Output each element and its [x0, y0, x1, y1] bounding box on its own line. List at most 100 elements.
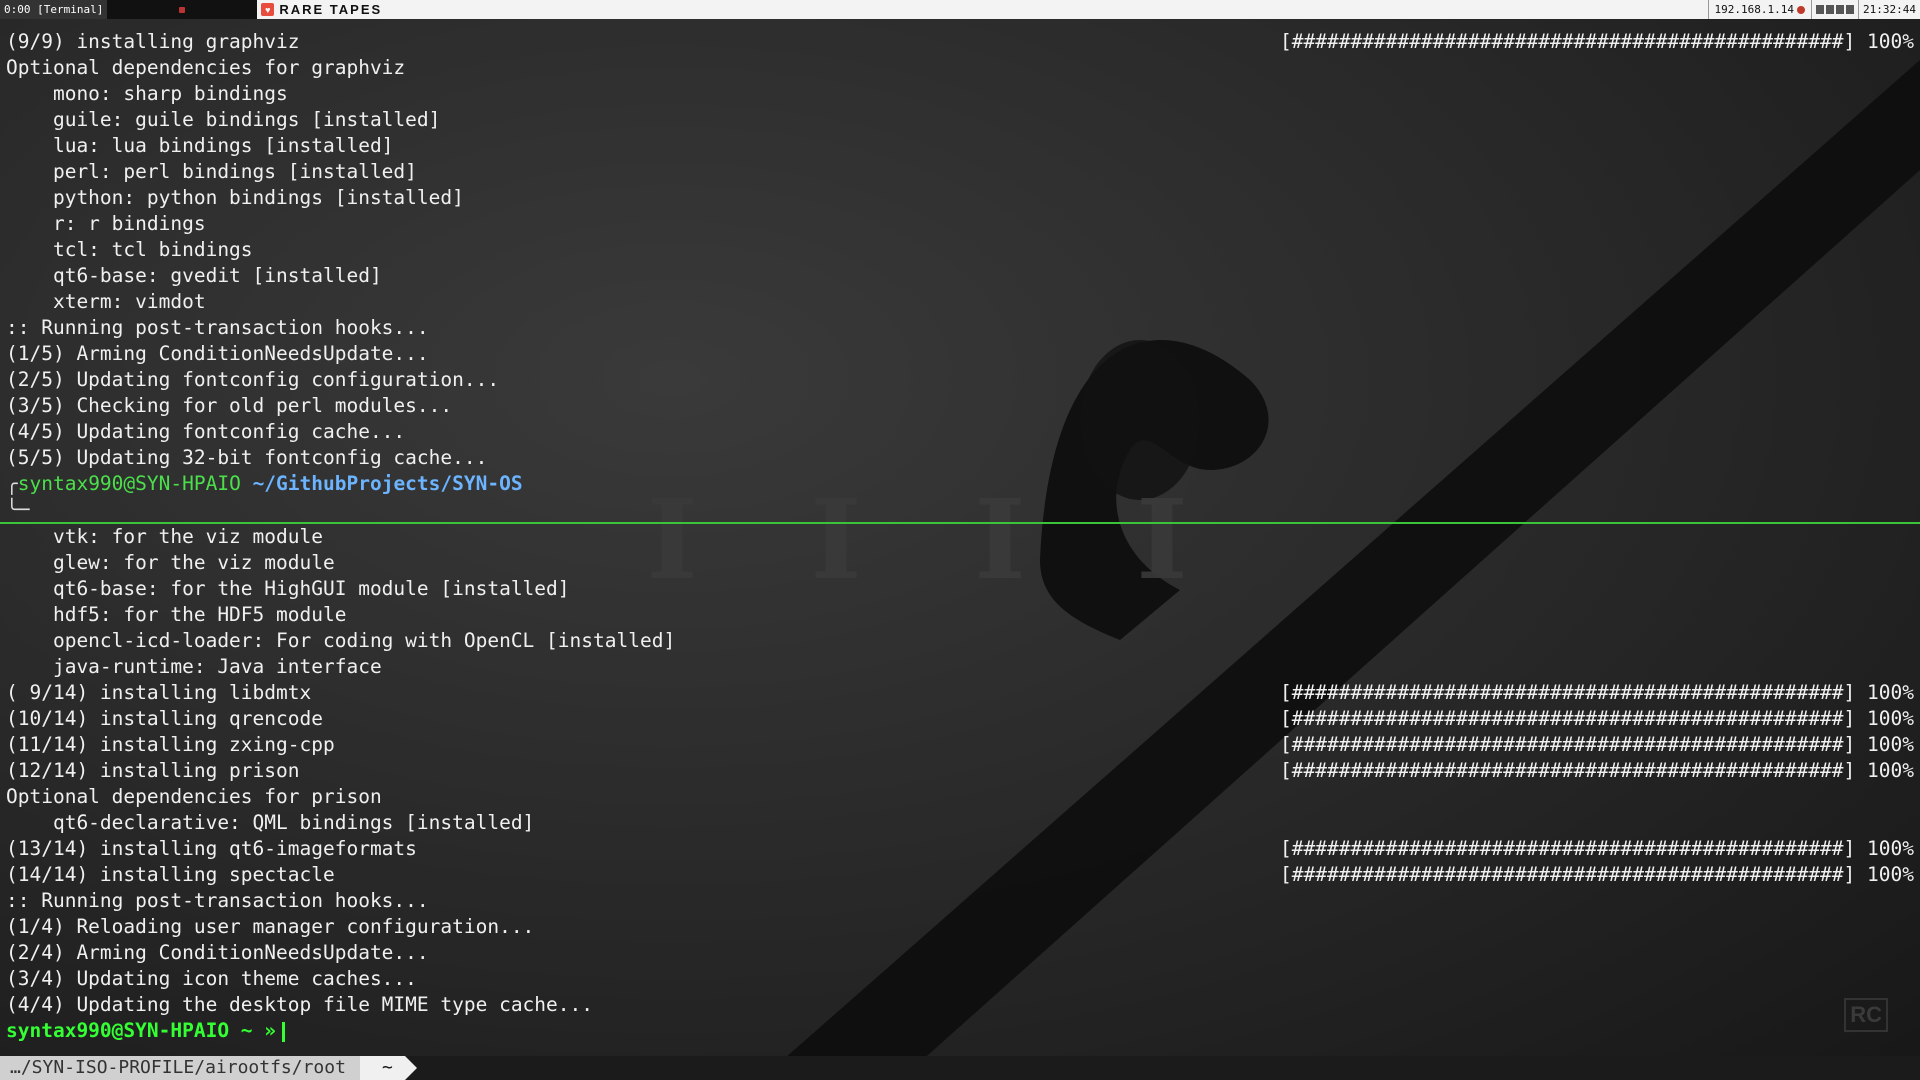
ip-address-widget[interactable]: 192.168.1.14	[1707, 0, 1812, 19]
line-text: (2/5) Updating fontconfig configuration.…	[6, 368, 500, 391]
progress-bar: [#######################################…	[1280, 30, 1856, 53]
terminal-pane-bottom[interactable]: vtk: for the viz module glew: for the vi…	[0, 524, 1920, 1044]
line-text: ( 9/14) installing libdmtx	[6, 681, 312, 704]
terminal-line: qt6-base: for the HighGUI module [instal…	[0, 576, 1920, 602]
status-home: ~	[359, 1056, 417, 1080]
line-text: (3/5) Checking for old perl modules...	[6, 394, 453, 417]
terminal-line: :: Running post-transaction hooks...	[0, 315, 1920, 341]
terminal-line: (1/5) Arming ConditionNeedsUpdate...	[0, 341, 1920, 367]
terminal-line: guile: guile bindings [installed]	[0, 107, 1920, 133]
progress-percent: 100%	[1867, 733, 1914, 756]
terminal-line: ( 9/14) installing libdmtx [#############…	[0, 680, 1920, 706]
terminal-line: (12/14) installing prison [##############…	[0, 758, 1920, 784]
prompt-path: ~/GithubProjects/SYN-OS	[252, 472, 523, 495]
terminal-line: xterm: vimdot	[0, 289, 1920, 315]
tray-icon[interactable]	[1826, 5, 1835, 14]
terminal-line: qt6-base: gvedit [installed]	[0, 263, 1920, 289]
tray-icon[interactable]	[1816, 5, 1825, 14]
window-title: RARE TAPES	[279, 2, 383, 17]
progress-percent: 100%	[1867, 707, 1914, 730]
progress-bar: [#######################################…	[1280, 681, 1856, 704]
terminal-line: vtk: for the viz module	[0, 524, 1920, 550]
window-mini-icon	[179, 6, 186, 13]
line-text: python: python bindings [installed]	[6, 186, 464, 209]
terminal-line: (11/14) installing zxing-cpp [###########…	[0, 732, 1920, 758]
progress-bar: [#######################################…	[1280, 863, 1856, 886]
line-text: :: Running post-transaction hooks...	[6, 889, 429, 912]
progress-indicator: [#######################################…	[1280, 862, 1914, 888]
line-text: qt6-base: gvedit [installed]	[6, 264, 382, 287]
terminal-line: (9/9) installing graphviz [##############…	[0, 29, 1920, 55]
top-bar: 0:00 [Terminal] ♥ RARE TAPES 192.168.1.1…	[0, 0, 1920, 19]
line-text: (2/4) Arming ConditionNeedsUpdate...	[6, 941, 429, 964]
terminal-line: (3/5) Checking for old perl modules...	[0, 393, 1920, 419]
line-text: (10/14) installing qrencode	[6, 707, 323, 730]
ip-address: 192.168.1.14	[1714, 3, 1795, 16]
progress-percent: 100%	[1867, 30, 1914, 53]
watermark-logo: RC	[1844, 998, 1888, 1032]
line-text: (1/4) Reloading user manager configurati…	[6, 915, 535, 938]
terminal-line: (2/4) Arming ConditionNeedsUpdate...	[0, 940, 1920, 966]
workspace-preview[interactable]	[107, 0, 258, 19]
prompt-arrow-icon: ╰─	[6, 498, 30, 521]
line-text: tcl: tcl bindings	[6, 238, 253, 261]
status-dot-icon	[1797, 6, 1806, 14]
line-text: qt6-declarative: QML bindings [installed…	[6, 811, 535, 834]
clock: 21:32:44	[1858, 0, 1920, 19]
progress-percent: 100%	[1867, 863, 1914, 886]
terminal-line: tcl: tcl bindings	[0, 237, 1920, 263]
workspace-indicator[interactable]: 0:00 [Terminal]	[0, 0, 108, 19]
line-text: :: Running post-transaction hooks...	[6, 316, 429, 339]
terminal-line: Optional dependencies for prison	[0, 784, 1920, 810]
prompt-line: syntax990@SYN-HPAIO ~ »	[0, 1018, 1920, 1044]
line-text: r: r bindings	[6, 212, 206, 235]
line-text: Optional dependencies for prison	[6, 785, 382, 808]
terminal-pane-top[interactable]: (9/9) installing graphviz [##############…	[0, 29, 1920, 523]
terminal-line: (13/14) installing qt6-imageformats [####…	[0, 836, 1920, 862]
line-text: (5/5) Updating 32-bit fontconfig cache..…	[6, 446, 488, 469]
terminal-line: (3/4) Updating icon theme caches...	[0, 966, 1920, 992]
tray-icon[interactable]	[1846, 5, 1855, 14]
line-text: (4/5) Updating fontconfig cache...	[6, 420, 406, 443]
progress-indicator: [#######################################…	[1280, 836, 1914, 862]
text-cursor	[282, 1021, 286, 1042]
line-text: (9/9) installing graphviz	[6, 30, 300, 53]
terminal-line: :: Running post-transaction hooks...	[0, 888, 1920, 914]
line-text: xterm: vimdot	[6, 290, 206, 313]
line-text: (12/14) installing prison	[6, 759, 300, 782]
terminal-line: opencl-icd-loader: For coding with OpenC…	[0, 628, 1920, 654]
window-title-bar[interactable]: ♥ RARE TAPES	[257, 0, 1708, 19]
line-text: qt6-base: for the HighGUI module [instal…	[6, 577, 570, 600]
tray-icon[interactable]	[1836, 5, 1845, 14]
pane-divider[interactable]	[0, 522, 1920, 524]
line-text: vtk: for the viz module	[6, 525, 323, 548]
progress-indicator: [#######################################…	[1280, 29, 1914, 55]
terminal-line: (5/5) Updating 32-bit fontconfig cache..…	[0, 445, 1920, 471]
terminal-line: qt6-declarative: QML bindings [installed…	[0, 810, 1920, 836]
terminal-line: mono: sharp bindings	[0, 81, 1920, 107]
prompt-user: syntax990@SYN-HPAIO	[17, 472, 241, 495]
progress-indicator: [#######################################…	[1280, 706, 1914, 732]
terminal-line: (4/4) Updating the desktop file MIME typ…	[0, 992, 1920, 1018]
prompt-line: ╭syntax990@SYN-HPAIO ~/GithubProjects/SY…	[0, 471, 1920, 497]
shell-status-bar: …/SYN-ISO-PROFILE/airootfs/root ~	[0, 1056, 1920, 1080]
tray-icons[interactable]	[1811, 0, 1859, 19]
app-icon: ♥	[261, 3, 275, 16]
line-text: (13/14) installing qt6-imageformats	[6, 837, 417, 860]
terminal-line: r: r bindings	[0, 211, 1920, 237]
terminal-line: (1/4) Reloading user manager configurati…	[0, 914, 1920, 940]
line-text: (1/5) Arming ConditionNeedsUpdate...	[6, 342, 429, 365]
terminal-line: perl: perl bindings [installed]	[0, 159, 1920, 185]
prompt-text: syntax990@SYN-HPAIO ~ »	[6, 1019, 277, 1042]
line-text: (4/4) Updating the desktop file MIME typ…	[6, 993, 593, 1016]
progress-percent: 100%	[1867, 837, 1914, 860]
progress-bar: [#######################################…	[1280, 707, 1856, 730]
line-text: (3/4) Updating icon theme caches...	[6, 967, 417, 990]
progress-indicator: [#######################################…	[1280, 758, 1914, 784]
progress-percent: 100%	[1867, 759, 1914, 782]
line-text: Optional dependencies for graphviz	[6, 56, 406, 79]
terminal-line: glew: for the viz module	[0, 550, 1920, 576]
progress-indicator: [#######################################…	[1280, 680, 1914, 706]
line-text: java-runtime: Java interface	[6, 655, 382, 678]
progress-bar: [#######################################…	[1280, 837, 1856, 860]
